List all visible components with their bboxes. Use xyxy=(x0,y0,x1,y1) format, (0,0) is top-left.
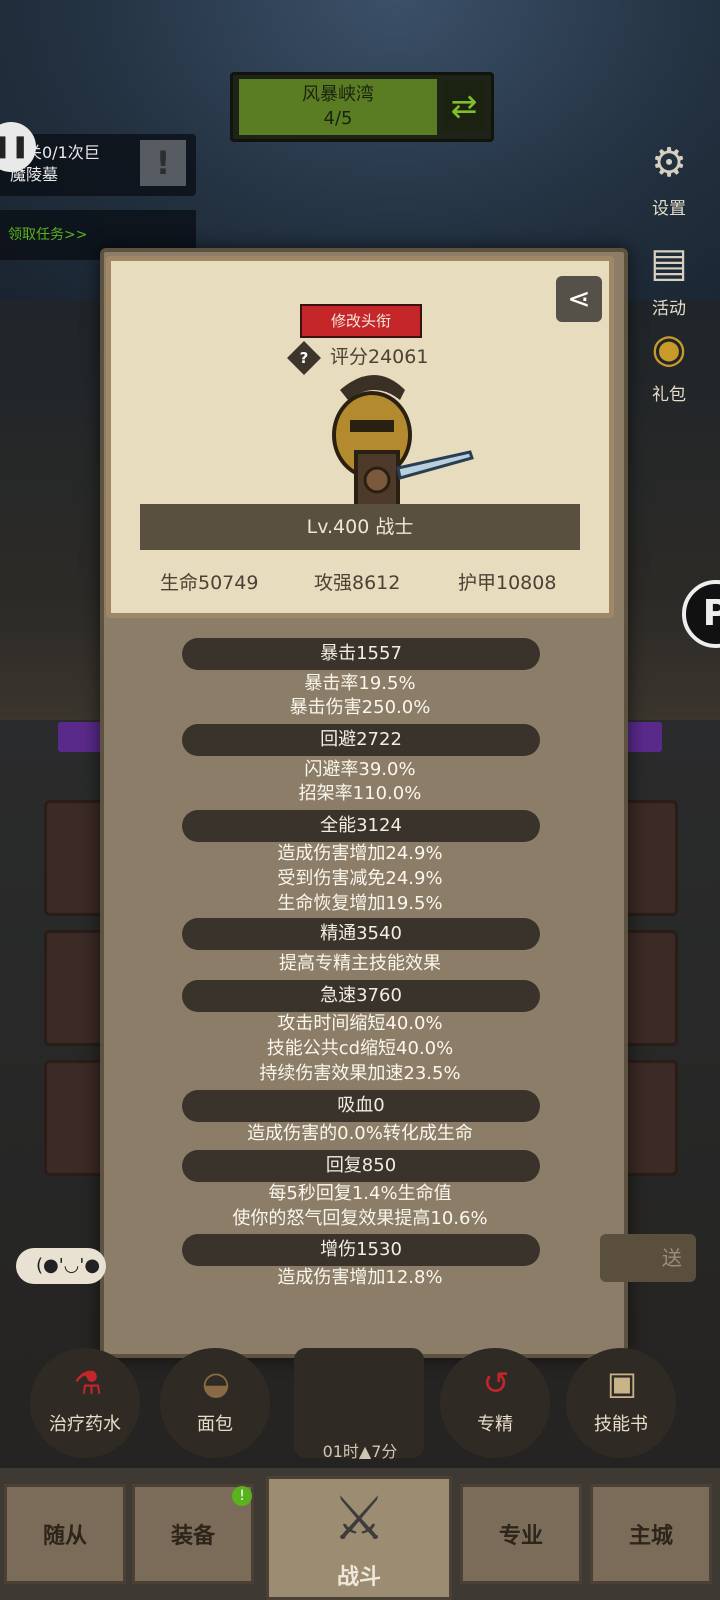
gift-button[interactable]: ◉ 礼包 xyxy=(628,318,710,405)
stat-line: 攻击时间缩短40.0% xyxy=(277,1013,443,1034)
stat-line: 招架率110.0% xyxy=(298,783,422,804)
notification-badge: ! xyxy=(232,1486,252,1506)
stat-header-regen: 回复850 xyxy=(182,1150,540,1182)
stat-line: 提高专精主技能效果 xyxy=(279,953,441,974)
stage-title: 风暴峡湾 xyxy=(302,84,374,105)
stat-line: 生命恢复增加19.5% xyxy=(277,893,443,914)
tab-main-city[interactable]: 主城 xyxy=(590,1484,712,1584)
stat-line: 造成伤害增加12.8% xyxy=(277,1267,443,1288)
book-icon: ▣ xyxy=(606,1364,638,1402)
change-title-button[interactable]: 修改头衔 xyxy=(300,304,422,338)
warrior-avatar xyxy=(332,375,474,514)
swirl-icon: ↺ xyxy=(482,1364,510,1402)
tab-battle[interactable]: ⚔ 战斗 xyxy=(266,1476,452,1600)
stat-line: 每5秒回复1.4%生命值 xyxy=(268,1183,452,1204)
stat-line: 暴击率19.5% xyxy=(304,673,416,694)
stat-header-mastery: 精通3540 xyxy=(182,918,540,950)
skill-label: 治疗药水 xyxy=(49,1414,121,1435)
exclamation-icon[interactable]: ! xyxy=(140,140,186,186)
stage-progress: 4/5 xyxy=(323,108,353,129)
bread-icon: ◒ xyxy=(202,1364,230,1402)
chat-emote[interactable]: (●'◡'● xyxy=(16,1248,106,1284)
skill-label: 专精 xyxy=(477,1414,513,1435)
skill-label: 技能书 xyxy=(594,1414,648,1435)
stat-line: 技能公共cd缩短40.0% xyxy=(266,1038,454,1059)
health-stat: 生命50749 xyxy=(160,572,259,594)
stat-header-avoidance: 回避2722 xyxy=(182,724,540,756)
calendar-icon: ▤ xyxy=(650,240,688,286)
stat-header-crit: 暴击1557 xyxy=(182,638,540,670)
stat-line: 暴击伤害250.0% xyxy=(289,697,431,718)
stat-header-damage-bonus: 增伤1530 xyxy=(182,1234,540,1266)
stat-line: 受到伤害减免24.9% xyxy=(277,868,443,889)
potion-icon: ⚗ xyxy=(73,1364,103,1402)
crossed-swords-icon: ⚔ xyxy=(332,1484,386,1554)
armor-stat: 护甲10808 xyxy=(458,572,557,594)
stat-header-haste: 急速3760 xyxy=(182,980,540,1012)
stat-line: 闪避率39.0% xyxy=(304,759,416,780)
stage-banner[interactable]: 风暴峡湾 4/5 ⇄ xyxy=(230,72,494,142)
share-icon[interactable]: ⋖ xyxy=(556,276,602,322)
settings-button[interactable]: ⚙ 设置 xyxy=(628,132,710,219)
send-button[interactable]: 送 xyxy=(600,1234,696,1282)
stat-header-leech: 吸血0 xyxy=(182,1090,540,1122)
tab-battle-label: 战斗 xyxy=(336,1565,381,1590)
stat-header-versatility: 全能3124 xyxy=(182,810,540,842)
stat-line: 使你的怒气回复效果提高10.6% xyxy=(232,1208,488,1229)
settings-label: 设置 xyxy=(652,199,686,219)
gear-icon: ⚙ xyxy=(651,140,687,186)
accept-quest-link[interactable]: 领取任务>> xyxy=(8,224,87,244)
refresh-icon[interactable]: ⇄ xyxy=(443,81,485,131)
chest-timer: 01时▲7分 xyxy=(322,1442,398,1461)
stage-name: 风暴峡湾 4/5 xyxy=(239,79,437,135)
tab-profession[interactable]: 专业 xyxy=(460,1484,582,1584)
events-label: 活动 xyxy=(652,299,686,319)
events-button[interactable]: ▤ 活动 xyxy=(628,232,710,319)
attack-power-stat: 攻强8612 xyxy=(314,572,401,594)
skill-label: 面包 xyxy=(197,1414,233,1435)
gift-label: 礼包 xyxy=(652,385,686,405)
tab-followers[interactable]: 随从 xyxy=(4,1484,126,1584)
stat-line: 造成伤害增加24.9% xyxy=(277,843,443,864)
stat-line: 造成伤害的0.0%转化成生命 xyxy=(247,1123,473,1144)
gift-icon: ◉ xyxy=(651,326,687,372)
level-class-bar: Lv.400 战士 xyxy=(140,504,580,550)
stat-line: 持续伤害效果加速23.5% xyxy=(259,1063,461,1084)
